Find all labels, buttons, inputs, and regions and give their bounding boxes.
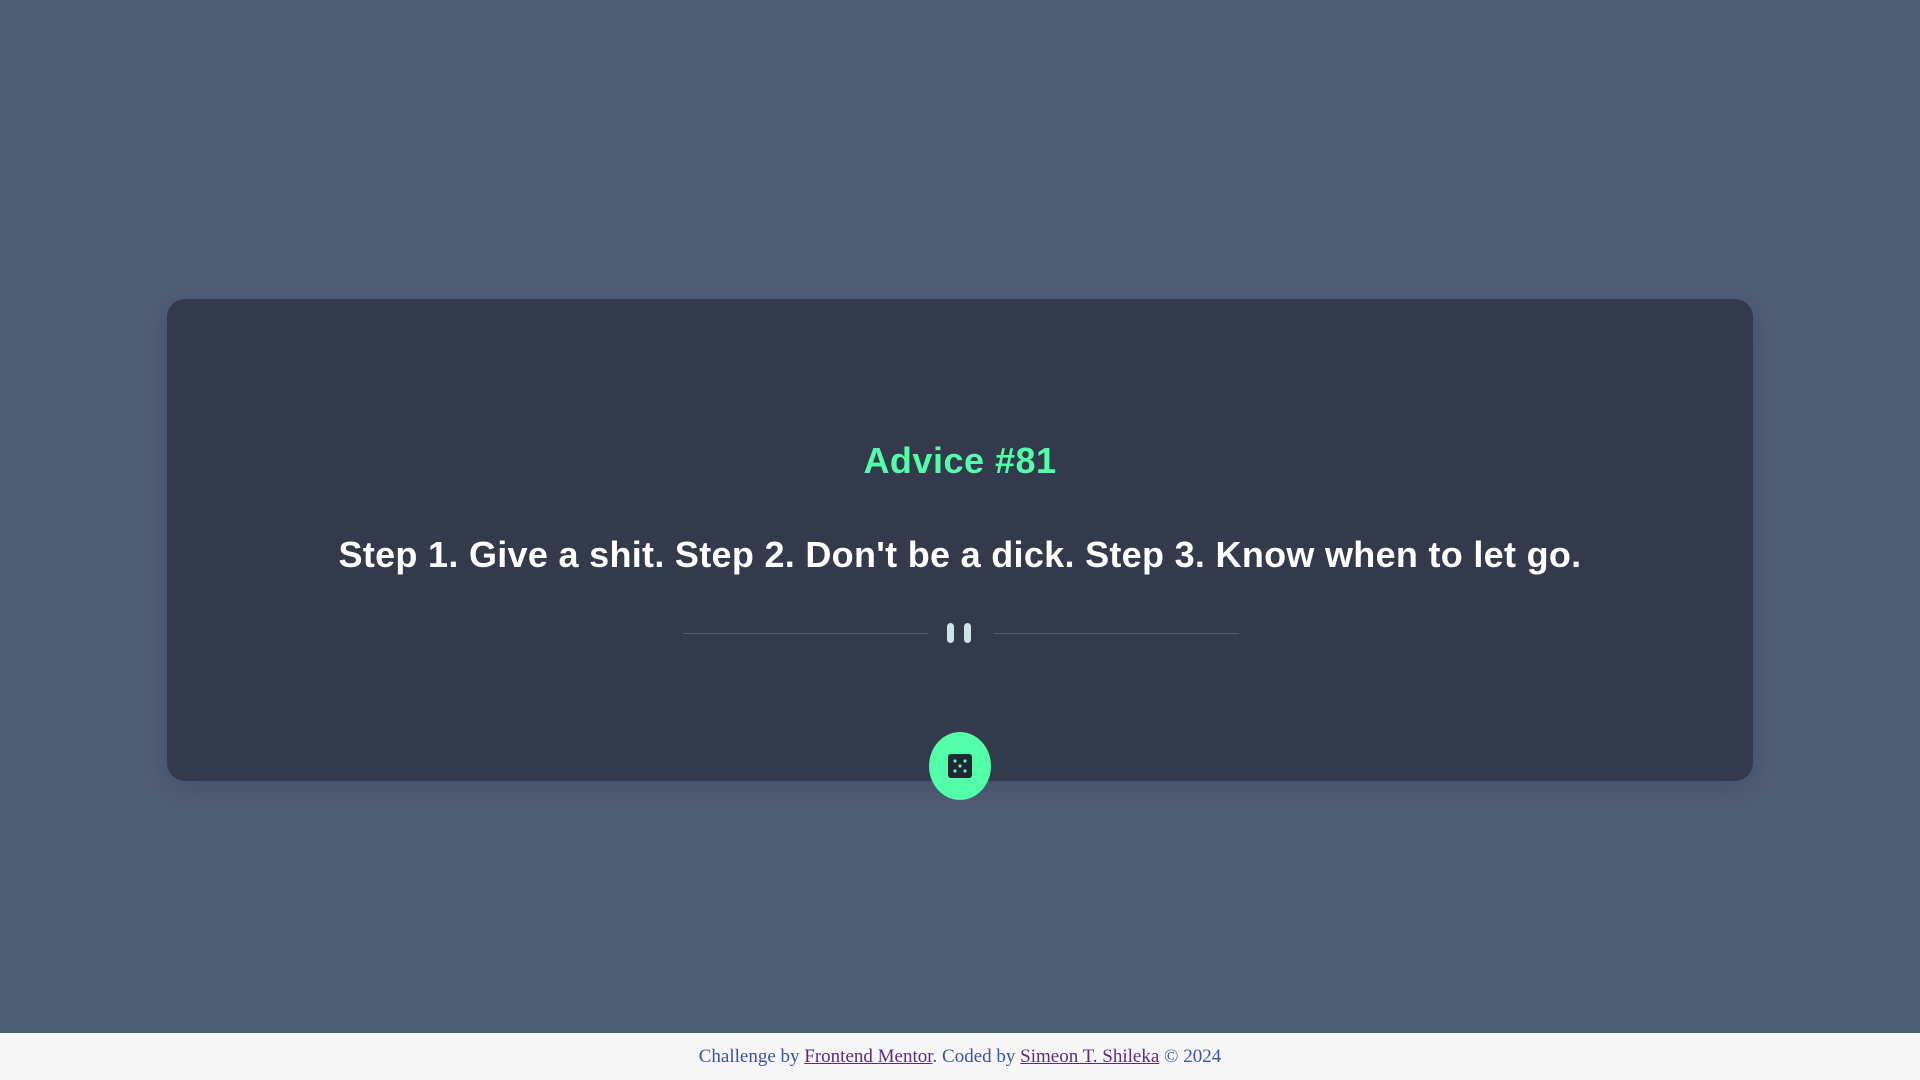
divider-line-left: [683, 633, 928, 634]
divider: [683, 621, 1239, 645]
advice-text: Step 1. Give a shit. Step 2. Don't be a …: [338, 534, 1582, 575]
footer-middle: . Coded by: [932, 1046, 1021, 1067]
pause-icon: [947, 623, 975, 643]
dice-icon: [948, 754, 972, 778]
frontend-mentor-link[interactable]: Frontend Mentor: [804, 1046, 932, 1067]
footer-suffix: © 2024: [1159, 1046, 1222, 1067]
divider-line-right: [994, 633, 1239, 634]
new-advice-button[interactable]: [929, 732, 991, 800]
advice-number: Advice #81: [863, 440, 1057, 481]
footer-prefix: Challenge by: [698, 1046, 805, 1067]
author-link[interactable]: Simeon T. Shileka: [1020, 1046, 1159, 1067]
attribution-footer: Challenge by Frontend Mentor. Coded by S…: [0, 1033, 1920, 1080]
advice-card: Advice #81 Step 1. Give a shit. Step 2. …: [167, 299, 1753, 800]
